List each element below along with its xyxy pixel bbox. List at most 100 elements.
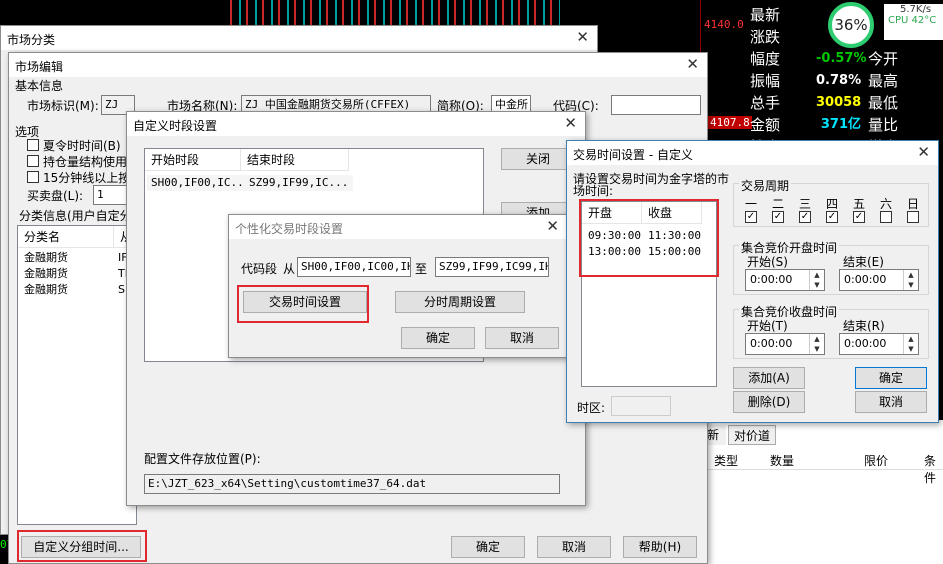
weekday-label: 四 [826,197,839,211]
cpu-percent: 36% [834,16,868,34]
class-table: 分类名 从 金融期货 IF0 金融期货 TF0 金融期货 SH0 [17,225,140,525]
quote-label-right: 最低 [868,94,899,112]
weekday-label: 一 [745,197,758,211]
weekday-label: 三 [799,197,812,211]
tab-price[interactable]: 对价道 [728,425,776,445]
quote-label: 振幅 [750,72,781,90]
custom-period-titlebar[interactable]: 自定义时段设置 ✕ [127,112,585,136]
close-start-time[interactable]: 0:00:00 ▲ ▼ [745,333,825,355]
from-code-field[interactable]: SH00,IF00,IC00,IH0 [297,257,411,277]
column-header[interactable]: 分类名 [18,226,114,248]
window-title: 个性化交易时段设置 [235,222,344,236]
market-edit-titlebar[interactable]: 市场编辑 ✕ [9,53,707,77]
personal-trade-window: 个性化交易时段设置 ✕ 代码段 从 SH00,IF00,IC00,IH0 至 S… [228,214,568,358]
open-end-label: 结束(E) [843,255,884,269]
spin-arrows-icon[interactable]: ▲ ▼ [809,334,824,354]
window-title: 自定义时段设置 [133,119,218,133]
table-row[interactable]: 金融期货 [20,250,114,266]
highlight-box [579,199,719,277]
config-path-field[interactable]: E:\JZT_623_x64\Setting\customtime37_64.d… [144,474,560,494]
weekday-label: 六 [880,197,893,211]
minute-period-button[interactable]: 分时周期设置 [395,291,525,313]
timezone-field[interactable] [611,396,671,416]
highlight-box [237,285,369,323]
grid-header[interactable]: 数量 [770,452,794,469]
ok-button[interactable]: 确定 [855,367,927,389]
weekday-checkbox[interactable]: ✓ [853,211,865,223]
spin-arrows-icon[interactable]: ▲ ▼ [903,334,918,354]
code-field[interactable] [611,95,701,115]
config-path-label: 配置文件存放位置(P): [144,452,261,466]
grid-header[interactable]: 条件 [924,452,943,486]
grid-header[interactable]: 类型 [714,452,738,469]
quote-label: 幅度 [750,50,781,68]
close-end-time[interactable]: 0:00:00 ▲ ▼ [839,333,919,355]
summer-time-label[interactable]: 夏令时时间(B) [43,137,121,154]
quote-value: -0.57% [816,51,867,66]
ok-button[interactable]: 确定 [401,327,475,349]
weekday-checkbox[interactable]: ✓ [745,211,757,223]
summer-time-checkbox[interactable] [27,139,39,151]
cancel-button[interactable]: 取消 [485,327,559,349]
spin-arrows-icon[interactable]: ▲ ▼ [809,270,824,290]
column-header[interactable]: 开始时段 [145,149,241,171]
close-icon[interactable]: ✕ [546,217,559,235]
highlight-box [17,530,147,562]
window-title: 交易时间设置 - 自定义 [573,148,693,162]
quote-value: 30058 [816,95,862,110]
close-button[interactable]: 关闭 [501,148,575,170]
to-label: 至 [415,262,428,276]
trade-period-label: 交易周期 [739,177,792,194]
instruction-label: 请设置交易时间为金字塔的市场时间: [573,172,730,198]
code-range-label: 代码段 [241,262,278,276]
column-header[interactable]: 结束时段 [241,149,349,171]
add-button[interactable]: 添加(A) [733,367,805,389]
close-icon[interactable]: ✕ [917,143,930,161]
personal-trade-titlebar[interactable]: 个性化交易时段设置 ✕ [229,215,567,239]
open-end-time[interactable]: 0:00:00 ▲ ▼ [839,269,919,291]
close-icon[interactable]: ✕ [576,28,589,46]
close-start-label: 开始(T) [747,319,788,333]
quote-value: 0.78% [816,73,862,88]
to-code-field[interactable]: SZ99,IF99,IC99,IH9 [435,257,549,277]
table-row[interactable]: 金融期货 [20,282,114,298]
position-structure-label[interactable]: 持仓量结构使用成 [43,153,139,170]
min15-checkbox[interactable] [27,171,39,183]
table-row[interactable]: 金融期货 [20,266,114,282]
buy-sell-label: 买卖盘(L): [27,189,84,203]
weekday-checkbox[interactable]: ✓ [772,211,784,223]
weekday-label: 日 [907,197,920,211]
cancel-button[interactable]: 取消 [537,536,611,558]
net-speed: 5.7K/s [900,4,932,15]
close-icon[interactable]: ✕ [564,114,577,132]
weekday-label: 二 [772,197,785,211]
quote-value: 371亿 [820,117,861,132]
weekday-checkbox[interactable]: ✓ [826,211,838,223]
spin-arrows-icon[interactable]: ▲ ▼ [903,270,918,290]
table-row[interactable]: SH00,IF00,IC... [147,175,245,191]
close-icon[interactable]: ✕ [686,55,699,73]
weekday-checkbox[interactable]: ✓ [799,211,811,223]
grid-header[interactable]: 限价 [864,452,888,469]
open-start-time[interactable]: 0:00:00 ▲ ▼ [745,269,825,291]
window-title: 市场编辑 [15,60,64,74]
position-structure-checkbox[interactable] [27,155,39,167]
candle-strip [230,0,560,26]
quote-label: 总手 [750,94,781,112]
weekday-checkbox[interactable] [907,211,919,223]
net-speed-box: 5.7K/s CPU 42°C [884,4,943,40]
weekday-checkbox[interactable] [880,211,892,223]
table-cell[interactable]: SZ99,IF99,IC... [245,175,353,191]
cancel-button[interactable]: 取消 [855,391,927,413]
delete-button[interactable]: 删除(D) [733,391,805,413]
trade-time-titlebar[interactable]: 交易时间设置 - 自定义 ✕ [567,141,938,165]
market-class-titlebar[interactable]: 市场分类 ✕ [1,26,597,50]
window-title: 市场分类 [7,33,56,47]
quote-label-right: 最高 [868,72,899,90]
help-button[interactable]: 帮助(H) [623,536,697,558]
basic-info-label: 基本信息 [15,79,64,93]
ok-button[interactable]: 确定 [451,536,525,558]
options-label: 选项 [15,125,40,139]
open-start-label: 开始(S) [747,255,788,269]
cpu-temp: CPU 42°C [888,15,937,26]
